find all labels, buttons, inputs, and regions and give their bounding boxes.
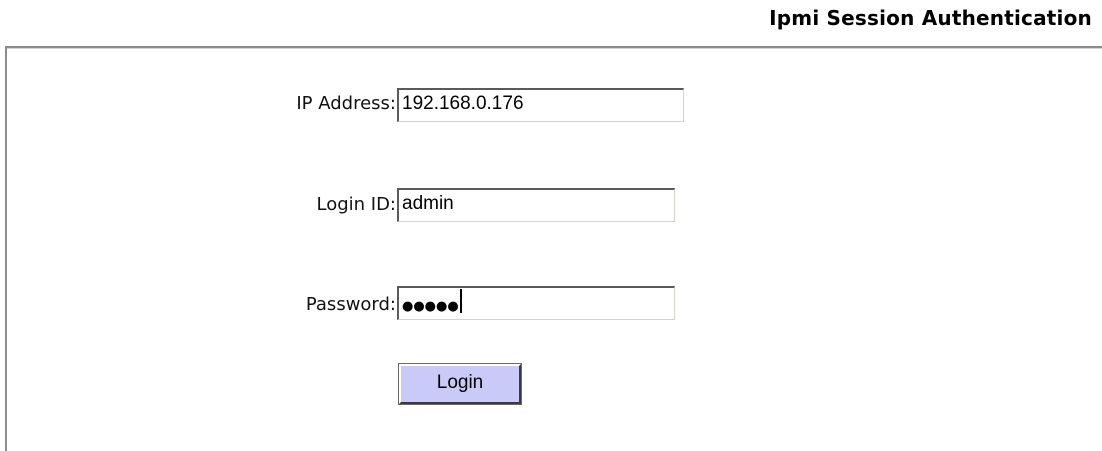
login-id-input[interactable]: admin xyxy=(397,188,675,222)
text-caret xyxy=(459,289,462,313)
login-id-label: Login ID: xyxy=(316,194,396,215)
password-masked-value: ●●●●● xyxy=(402,299,459,315)
ipmi-auth-page: Ipmi Session Authentication IP Address: … xyxy=(0,0,1102,451)
ip-address-input[interactable]: 192.168.0.176 xyxy=(397,88,684,122)
password-label: Password: xyxy=(305,294,396,315)
page-title: Ipmi Session Authentication xyxy=(769,6,1092,30)
ip-address-value: 192.168.0.176 xyxy=(402,93,524,114)
login-id-value: admin xyxy=(402,193,454,214)
password-input[interactable]: ●●●●● xyxy=(397,286,675,320)
ip-address-label: IP Address: xyxy=(296,93,396,114)
login-button[interactable]: Login xyxy=(398,363,522,405)
